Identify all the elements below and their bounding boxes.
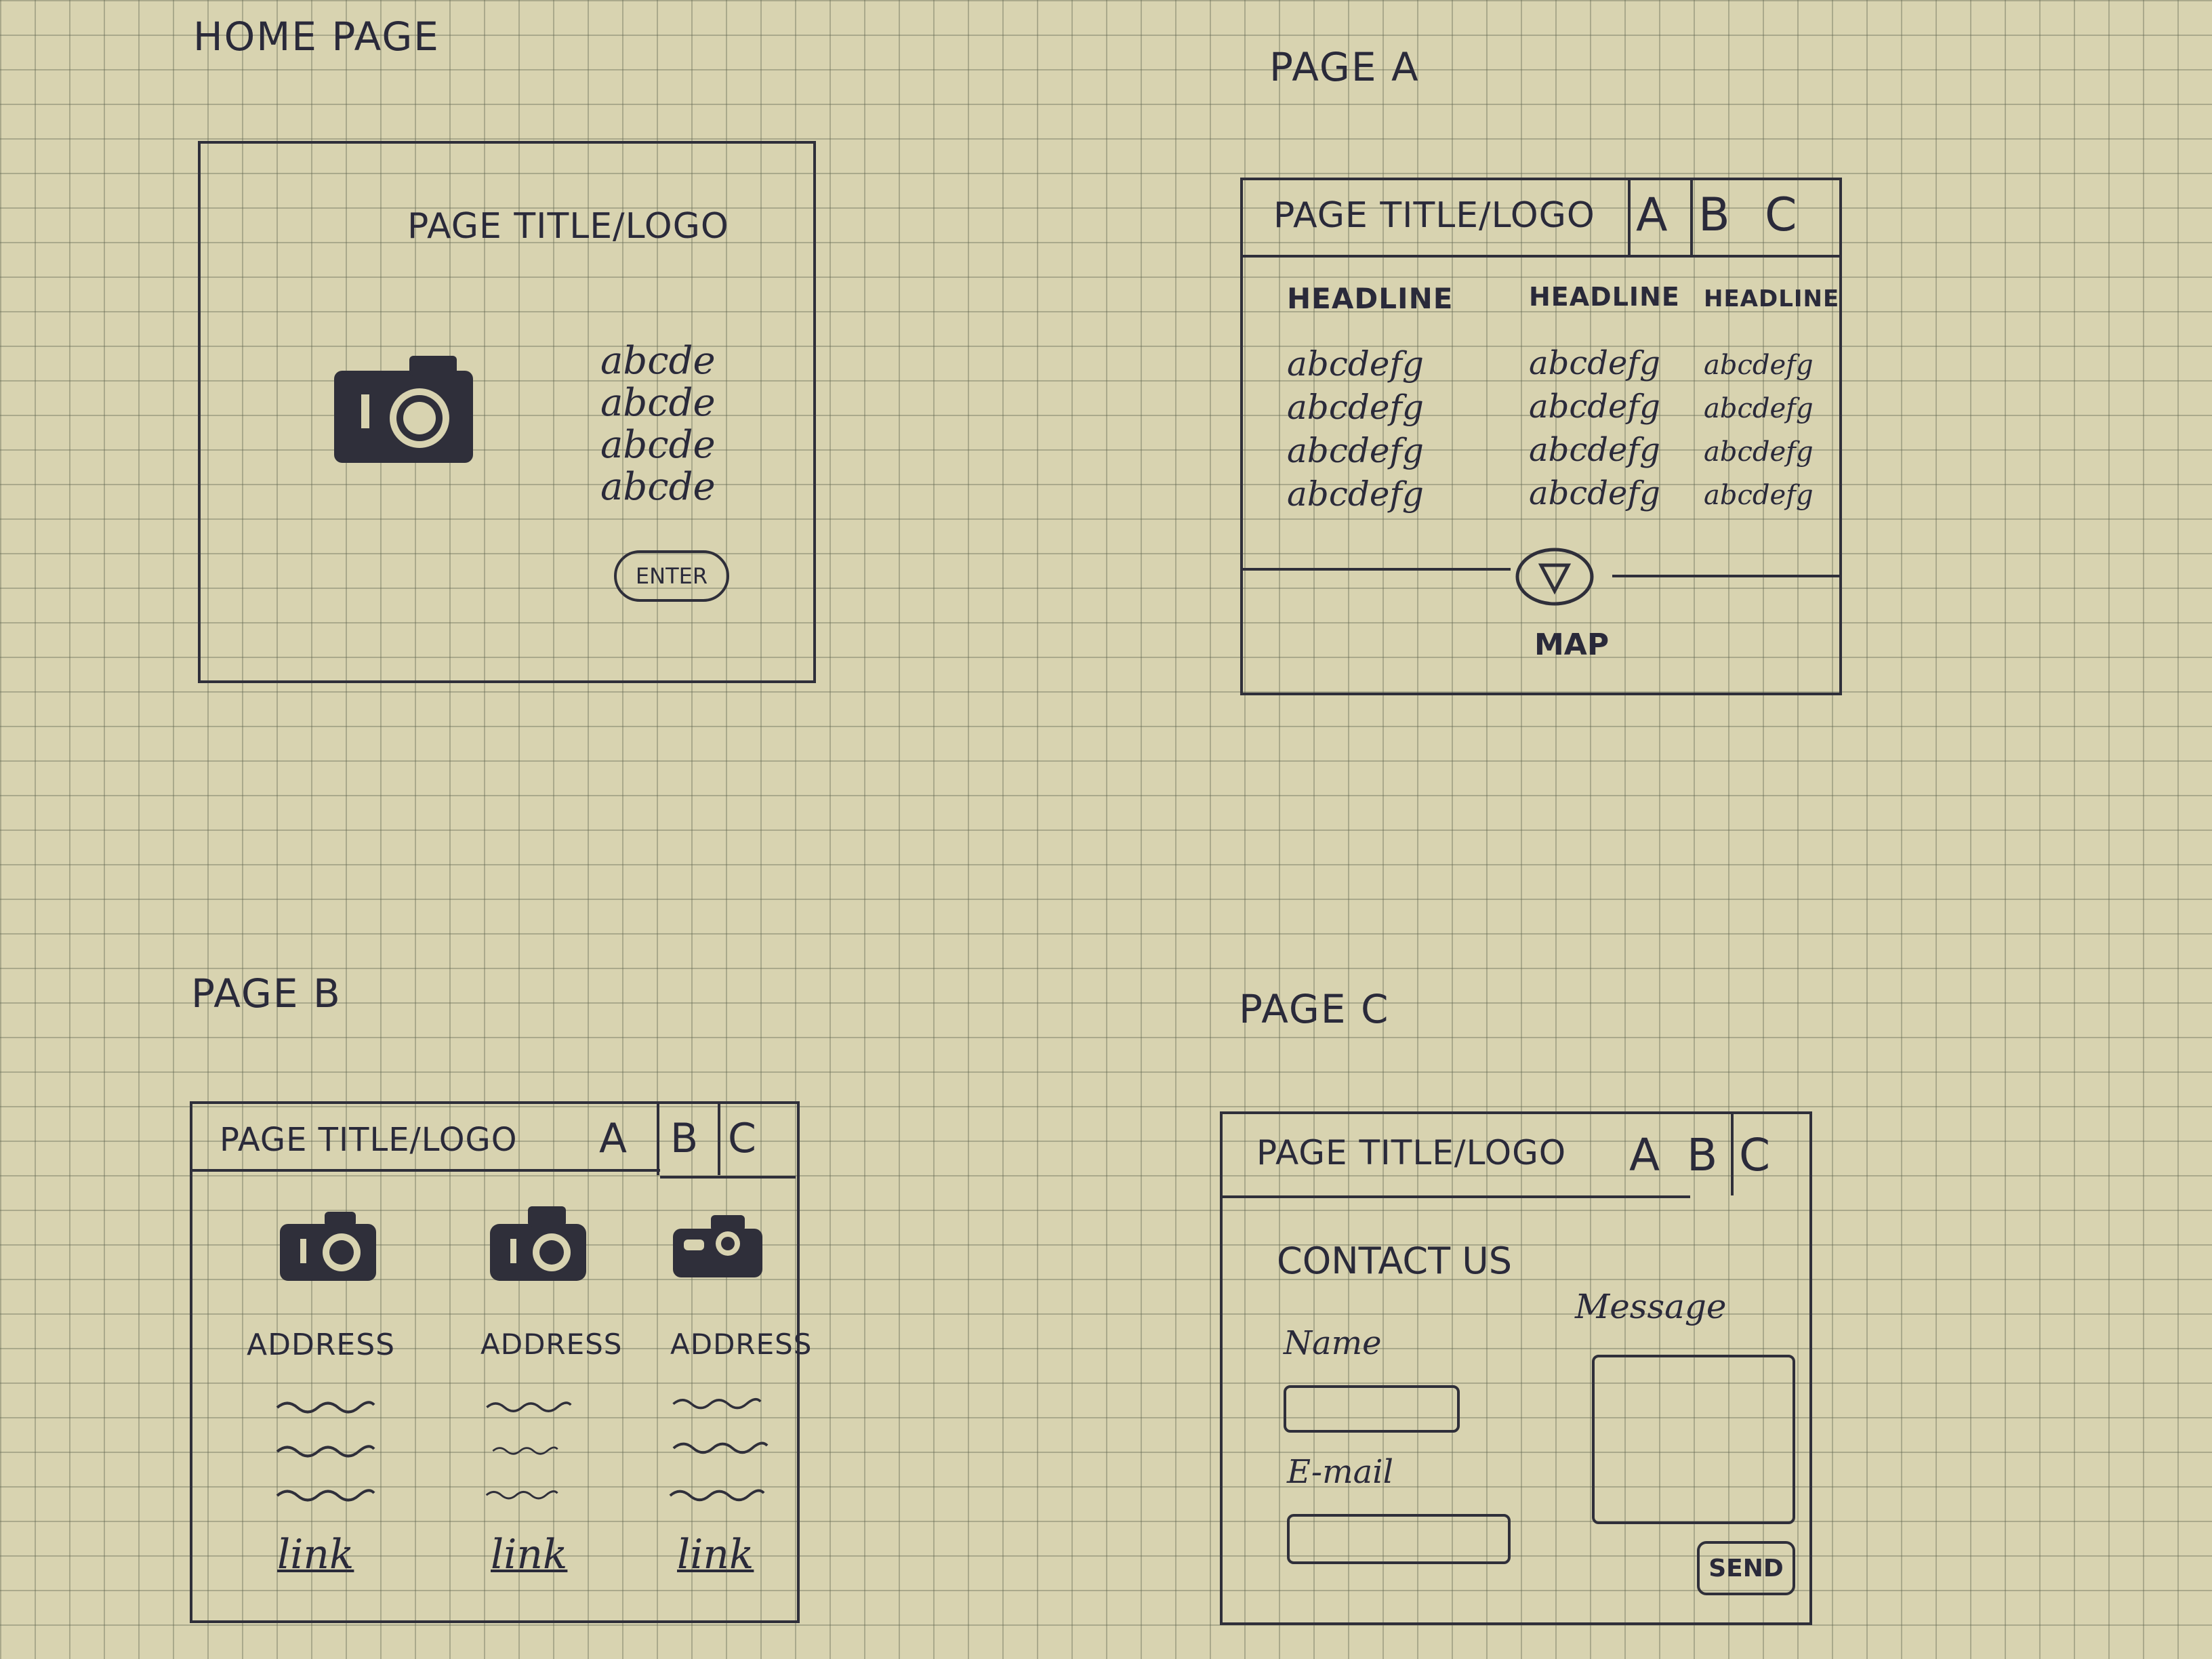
- article-column: HEADLINE abcdefg abcdefg abcdefg abcdefg: [1704, 285, 1839, 517]
- map-rule-left: [1243, 568, 1511, 571]
- enter-button-label: ENTER: [635, 563, 708, 589]
- card-link[interactable]: link: [491, 1531, 567, 1578]
- camera-icon: [673, 1215, 762, 1277]
- text-placeholder-line: [276, 1401, 375, 1414]
- page-title-logo: PAGE TITLE/LOGO: [220, 1121, 518, 1159]
- text-placeholder-line: [669, 1489, 765, 1502]
- article-column: HEADLINE abcdefg abcdefg abcdefg abcdefg: [1287, 282, 1453, 516]
- camera-icon: [490, 1206, 586, 1281]
- text-placeholder-line: [276, 1445, 375, 1458]
- message-label: Message: [1575, 1287, 1727, 1326]
- text-placeholder-line: [492, 1446, 558, 1455]
- address-label: ADDRESS: [670, 1328, 813, 1361]
- send-button-label: SEND: [1708, 1554, 1784, 1582]
- text-line: abcdefg: [1287, 474, 1424, 514]
- article-column: HEADLINE abcdefg abcdefg abcdefg abcdefg: [1529, 282, 1680, 515]
- text-placeholder-line: [672, 1441, 769, 1454]
- nav-link-a[interactable]: A: [599, 1115, 627, 1162]
- text-line: abcdefg: [1704, 480, 1814, 511]
- text-line: abcdefg: [1287, 388, 1424, 427]
- nav-link-a[interactable]: A: [1636, 188, 1668, 242]
- page-c-wireframe: PAGE TITLE/LOGO A B C CONTACT US Name E-…: [1220, 1111, 1812, 1625]
- header-rule: [1243, 255, 1839, 258]
- address-label: ADDRESS: [480, 1328, 623, 1361]
- page-a-caption: PAGE A: [1269, 44, 1420, 90]
- text-line: abcdefg: [1704, 436, 1814, 468]
- home-page-caption: HOME PAGE: [193, 14, 440, 60]
- camera-icon: [280, 1212, 376, 1281]
- chevron-down-icon[interactable]: [1514, 546, 1595, 607]
- text-line: abcde: [600, 381, 716, 425]
- nav-link-b[interactable]: B: [1698, 188, 1730, 242]
- address-label: ADDRESS: [247, 1328, 396, 1362]
- header-rule: [192, 1169, 660, 1172]
- text-line: abcdefg: [1704, 393, 1814, 424]
- message-field[interactable]: [1592, 1355, 1795, 1524]
- nav-divider: [718, 1104, 720, 1175]
- send-button[interactable]: SEND: [1697, 1541, 1795, 1595]
- contact-heading: CONTACT US: [1277, 1240, 1513, 1282]
- name-field[interactable]: [1284, 1385, 1460, 1433]
- page-title-logo: PAGE TITLE/LOGO: [1273, 195, 1595, 236]
- page-title-logo: PAGE TITLE/LOGO: [407, 206, 729, 247]
- text-line: abcdefg: [1529, 388, 1660, 426]
- text-placeholder-line: [672, 1398, 762, 1410]
- header-rule: [660, 1176, 796, 1179]
- header-rule: [1223, 1195, 1690, 1198]
- name-label: Name: [1284, 1324, 1382, 1362]
- text-placeholder-line: [276, 1489, 375, 1502]
- column-headline: HEADLINE: [1529, 282, 1680, 312]
- nav-link-b[interactable]: B: [1687, 1129, 1717, 1181]
- camera-icon: [334, 356, 473, 463]
- page-title-logo: PAGE TITLE/LOGO: [1256, 1133, 1567, 1172]
- text-line: abcde: [600, 423, 716, 467]
- text-line: abcdefg: [1704, 350, 1814, 381]
- page-a-wireframe: PAGE TITLE/LOGO A B C HEADLINE abcdefg a…: [1240, 178, 1842, 695]
- email-label: E-mail: [1287, 1453, 1393, 1491]
- card-link[interactable]: link: [677, 1531, 754, 1578]
- nav-divider: [1690, 180, 1693, 255]
- text-line: abcdefg: [1529, 431, 1660, 469]
- page-b-wireframe: PAGE TITLE/LOGO A B C ADDRESS link ADDRE…: [190, 1101, 811, 1623]
- nav-link-a[interactable]: A: [1629, 1129, 1660, 1181]
- text-placeholder-line: [486, 1401, 572, 1412]
- text-line: abcdefg: [1529, 344, 1660, 382]
- column-text: abcdefg abcdefg abcdefg abcdefg: [1529, 342, 1680, 515]
- page-c-caption: PAGE C: [1239, 986, 1390, 1032]
- page-b-caption: PAGE B: [191, 970, 342, 1017]
- enter-button[interactable]: ENTER: [614, 550, 729, 602]
- column-headline: HEADLINE: [1287, 282, 1454, 315]
- card-link[interactable]: link: [277, 1531, 354, 1578]
- text-line: abcdefg: [1529, 474, 1660, 512]
- map-rule-right: [1612, 575, 1839, 577]
- email-field[interactable]: [1287, 1514, 1511, 1564]
- column-text: abcdefg abcdefg abcdefg abcdefg: [1704, 344, 1839, 517]
- text-placeholder-line: [485, 1490, 558, 1500]
- nav-link-c[interactable]: C: [728, 1115, 756, 1162]
- text-line: abcde: [600, 339, 716, 383]
- text-line: abcdefg: [1287, 431, 1424, 470]
- map-label: MAP: [1534, 628, 1610, 662]
- nav-divider: [1628, 180, 1631, 255]
- text-line: abcdefg: [1287, 344, 1424, 384]
- text-line: abcde: [600, 465, 716, 509]
- home-page-wireframe: PAGE TITLE/LOGO abcde abcde abcde abcde …: [198, 141, 816, 683]
- nav-divider: [1731, 1114, 1734, 1195]
- home-text-block: abcde abcde abcde abcde: [600, 340, 716, 508]
- nav-link-c[interactable]: C: [1739, 1129, 1770, 1181]
- column-headline: HEADLINE: [1704, 285, 1840, 312]
- nav-divider: [657, 1104, 659, 1175]
- nav-link-b[interactable]: B: [670, 1115, 698, 1162]
- column-text: abcdefg abcdefg abcdefg abcdefg: [1287, 342, 1453, 516]
- nav-link-c[interactable]: C: [1765, 188, 1797, 242]
